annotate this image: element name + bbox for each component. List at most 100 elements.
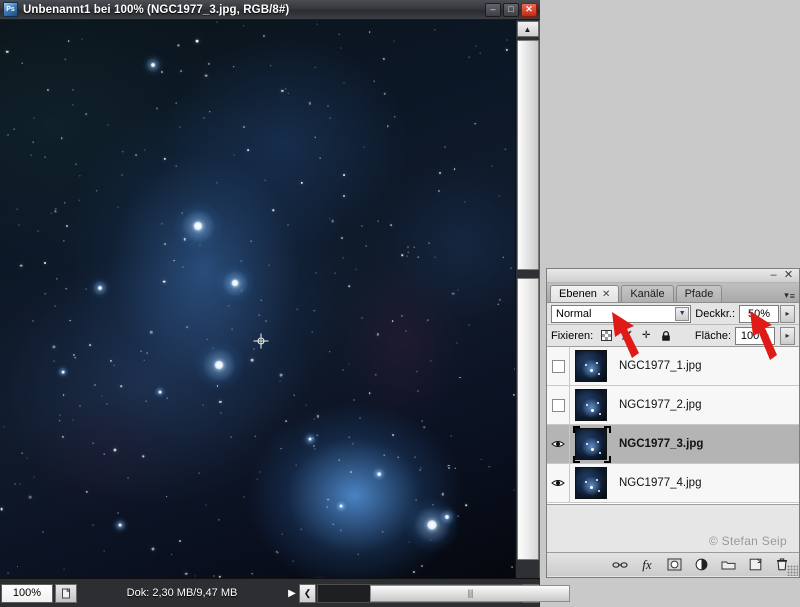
- layer-thumbnail: [574, 467, 607, 499]
- star: [343, 82, 345, 84]
- tab-close-icon[interactable]: ✕: [602, 289, 610, 300]
- table-row[interactable]: NGC1977_1.jpg: [547, 347, 799, 386]
- panel-resize-grip[interactable]: [787, 565, 798, 576]
- layers-panel-body: Normal ▼ Deckkr.: 50% ▸ Fixieren: ✛ Fläc…: [547, 302, 799, 576]
- star: [415, 499, 416, 501]
- document-title-bar[interactable]: Ps Unbenannt1 bei 100% (NGC1977_3.jpg, R…: [0, 0, 540, 20]
- close-button[interactable]: ✕: [521, 2, 537, 17]
- star: [214, 360, 224, 370]
- star: [213, 575, 215, 577]
- image-canvas[interactable]: [0, 20, 516, 578]
- new-group-folder-icon[interactable]: [719, 556, 737, 574]
- new-layer-icon[interactable]: [746, 556, 764, 574]
- star: [503, 256, 504, 257]
- minimize-button[interactable]: –: [485, 2, 501, 17]
- layer-list[interactable]: NGC1977_1.jpg NGC1977_2.jpg NGC1977_3.jp…: [547, 347, 799, 505]
- panel-tab-row: Ebenen ✕ Kanäle Pfade ▾ ≡: [547, 283, 799, 302]
- star: [316, 23, 318, 24]
- lock-transparency-icon[interactable]: [599, 329, 613, 343]
- chevron-down-icon: ▾: [784, 290, 789, 300]
- panel-title-bar[interactable]: – ✕: [547, 269, 799, 283]
- panel-minimize-button[interactable]: –: [768, 270, 779, 281]
- zoom-level-field[interactable]: 100%: [1, 583, 53, 603]
- star: [407, 246, 409, 248]
- add-layer-mask-icon[interactable]: [665, 556, 683, 574]
- scroll-left-button[interactable]: ❮: [299, 583, 316, 603]
- star: [60, 137, 63, 140]
- panel-menu-button[interactable]: ▾ ≡: [784, 290, 795, 301]
- eye-hidden-icon[interactable]: [551, 398, 565, 412]
- tab-ebenen[interactable]: Ebenen ✕: [550, 285, 620, 302]
- table-row[interactable]: NGC1977_3.jpg: [547, 425, 799, 464]
- star: [448, 464, 450, 467]
- vertical-scroll-track-lower[interactable]: [517, 278, 539, 560]
- crosshair-ring: [257, 337, 265, 345]
- hamburger-menu-icon: ≡: [789, 290, 795, 301]
- star: [428, 242, 429, 243]
- layer-thumbnail-cell[interactable]: [570, 425, 611, 463]
- lock-all-padlock-icon[interactable]: [659, 329, 673, 343]
- star: [421, 420, 423, 422]
- layer-name[interactable]: NGC1977_4.jpg: [611, 477, 701, 489]
- layer-visibility-cell[interactable]: [547, 425, 570, 463]
- scroll-up-button[interactable]: ▲: [516, 21, 539, 37]
- layer-name[interactable]: NGC1977_1.jpg: [611, 360, 701, 372]
- desktop-background-top: [540, 0, 800, 268]
- star: [296, 308, 297, 309]
- layer-visibility-cell[interactable]: [547, 464, 570, 502]
- layer-thumbnail-cell[interactable]: [570, 464, 611, 502]
- star: [242, 24, 245, 27]
- star: [180, 70, 182, 72]
- star: [74, 357, 76, 359]
- table-row[interactable]: NGC1977_2.jpg: [547, 386, 799, 425]
- blend-mode-dropdown[interactable]: Normal ▼: [551, 304, 692, 323]
- star: [170, 553, 173, 556]
- star: [327, 498, 330, 501]
- chevron-down-icon[interactable]: ▼: [675, 306, 690, 321]
- layer-visibility-cell[interactable]: [547, 347, 570, 385]
- star: [251, 240, 252, 242]
- eye-hidden-icon[interactable]: [551, 359, 565, 373]
- star: [391, 320, 394, 323]
- layer-name[interactable]: NGC1977_2.jpg: [611, 399, 701, 411]
- star: [377, 220, 378, 222]
- star: [339, 504, 343, 508]
- table-row[interactable]: NGC1977_4.jpg: [547, 464, 799, 503]
- star: [315, 66, 316, 67]
- document-info-icon[interactable]: [55, 583, 77, 603]
- fill-spinner-icon[interactable]: ▸: [780, 326, 795, 345]
- star: [497, 303, 498, 305]
- star: [488, 466, 490, 468]
- star: [243, 496, 245, 498]
- layer-styles-fx-icon[interactable]: fx: [638, 556, 656, 574]
- lock-image-brush-icon[interactable]: [619, 329, 633, 343]
- layer-thumbnail-cell[interactable]: [570, 347, 611, 385]
- blend-mode-value: Normal: [556, 307, 592, 320]
- fill-field[interactable]: 100%: [735, 326, 775, 345]
- star: [92, 524, 94, 526]
- layer-visibility-cell[interactable]: [547, 386, 570, 424]
- star: [72, 419, 74, 421]
- star: [340, 47, 342, 49]
- opacity-spinner-icon[interactable]: ▸: [780, 304, 795, 323]
- horizontal-scrollbar[interactable]: ||||: [317, 583, 570, 603]
- new-adjustment-layer-icon[interactable]: [692, 556, 710, 574]
- link-layers-icon[interactable]: [611, 556, 629, 574]
- tab-kanaele[interactable]: Kanäle: [621, 285, 674, 302]
- tab-pfade[interactable]: Pfade: [675, 285, 723, 302]
- vertical-scrollbar[interactable]: ▲: [515, 20, 539, 578]
- star: [118, 523, 122, 527]
- layer-thumbnail-cell[interactable]: [570, 386, 611, 424]
- horizontal-scroll-thumb[interactable]: ||||: [370, 584, 570, 602]
- opacity-field[interactable]: 50%: [739, 304, 779, 323]
- layer-name[interactable]: NGC1977_3.jpg: [611, 438, 703, 450]
- eye-visible-icon[interactable]: [551, 438, 566, 451]
- eye-visible-icon[interactable]: [551, 477, 566, 490]
- maximize-button[interactable]: □: [503, 2, 519, 17]
- star: [475, 45, 477, 46]
- status-play-arrow[interactable]: ▶: [285, 588, 299, 599]
- vertical-scroll-thumb[interactable]: [517, 40, 539, 270]
- panel-close-button[interactable]: ✕: [783, 270, 794, 281]
- document-status-bar: 100% Dok: 2,30 MB/9,47 MB ▶ ❮ |||| ❯: [0, 578, 570, 607]
- lock-position-move-icon[interactable]: ✛: [639, 329, 653, 343]
